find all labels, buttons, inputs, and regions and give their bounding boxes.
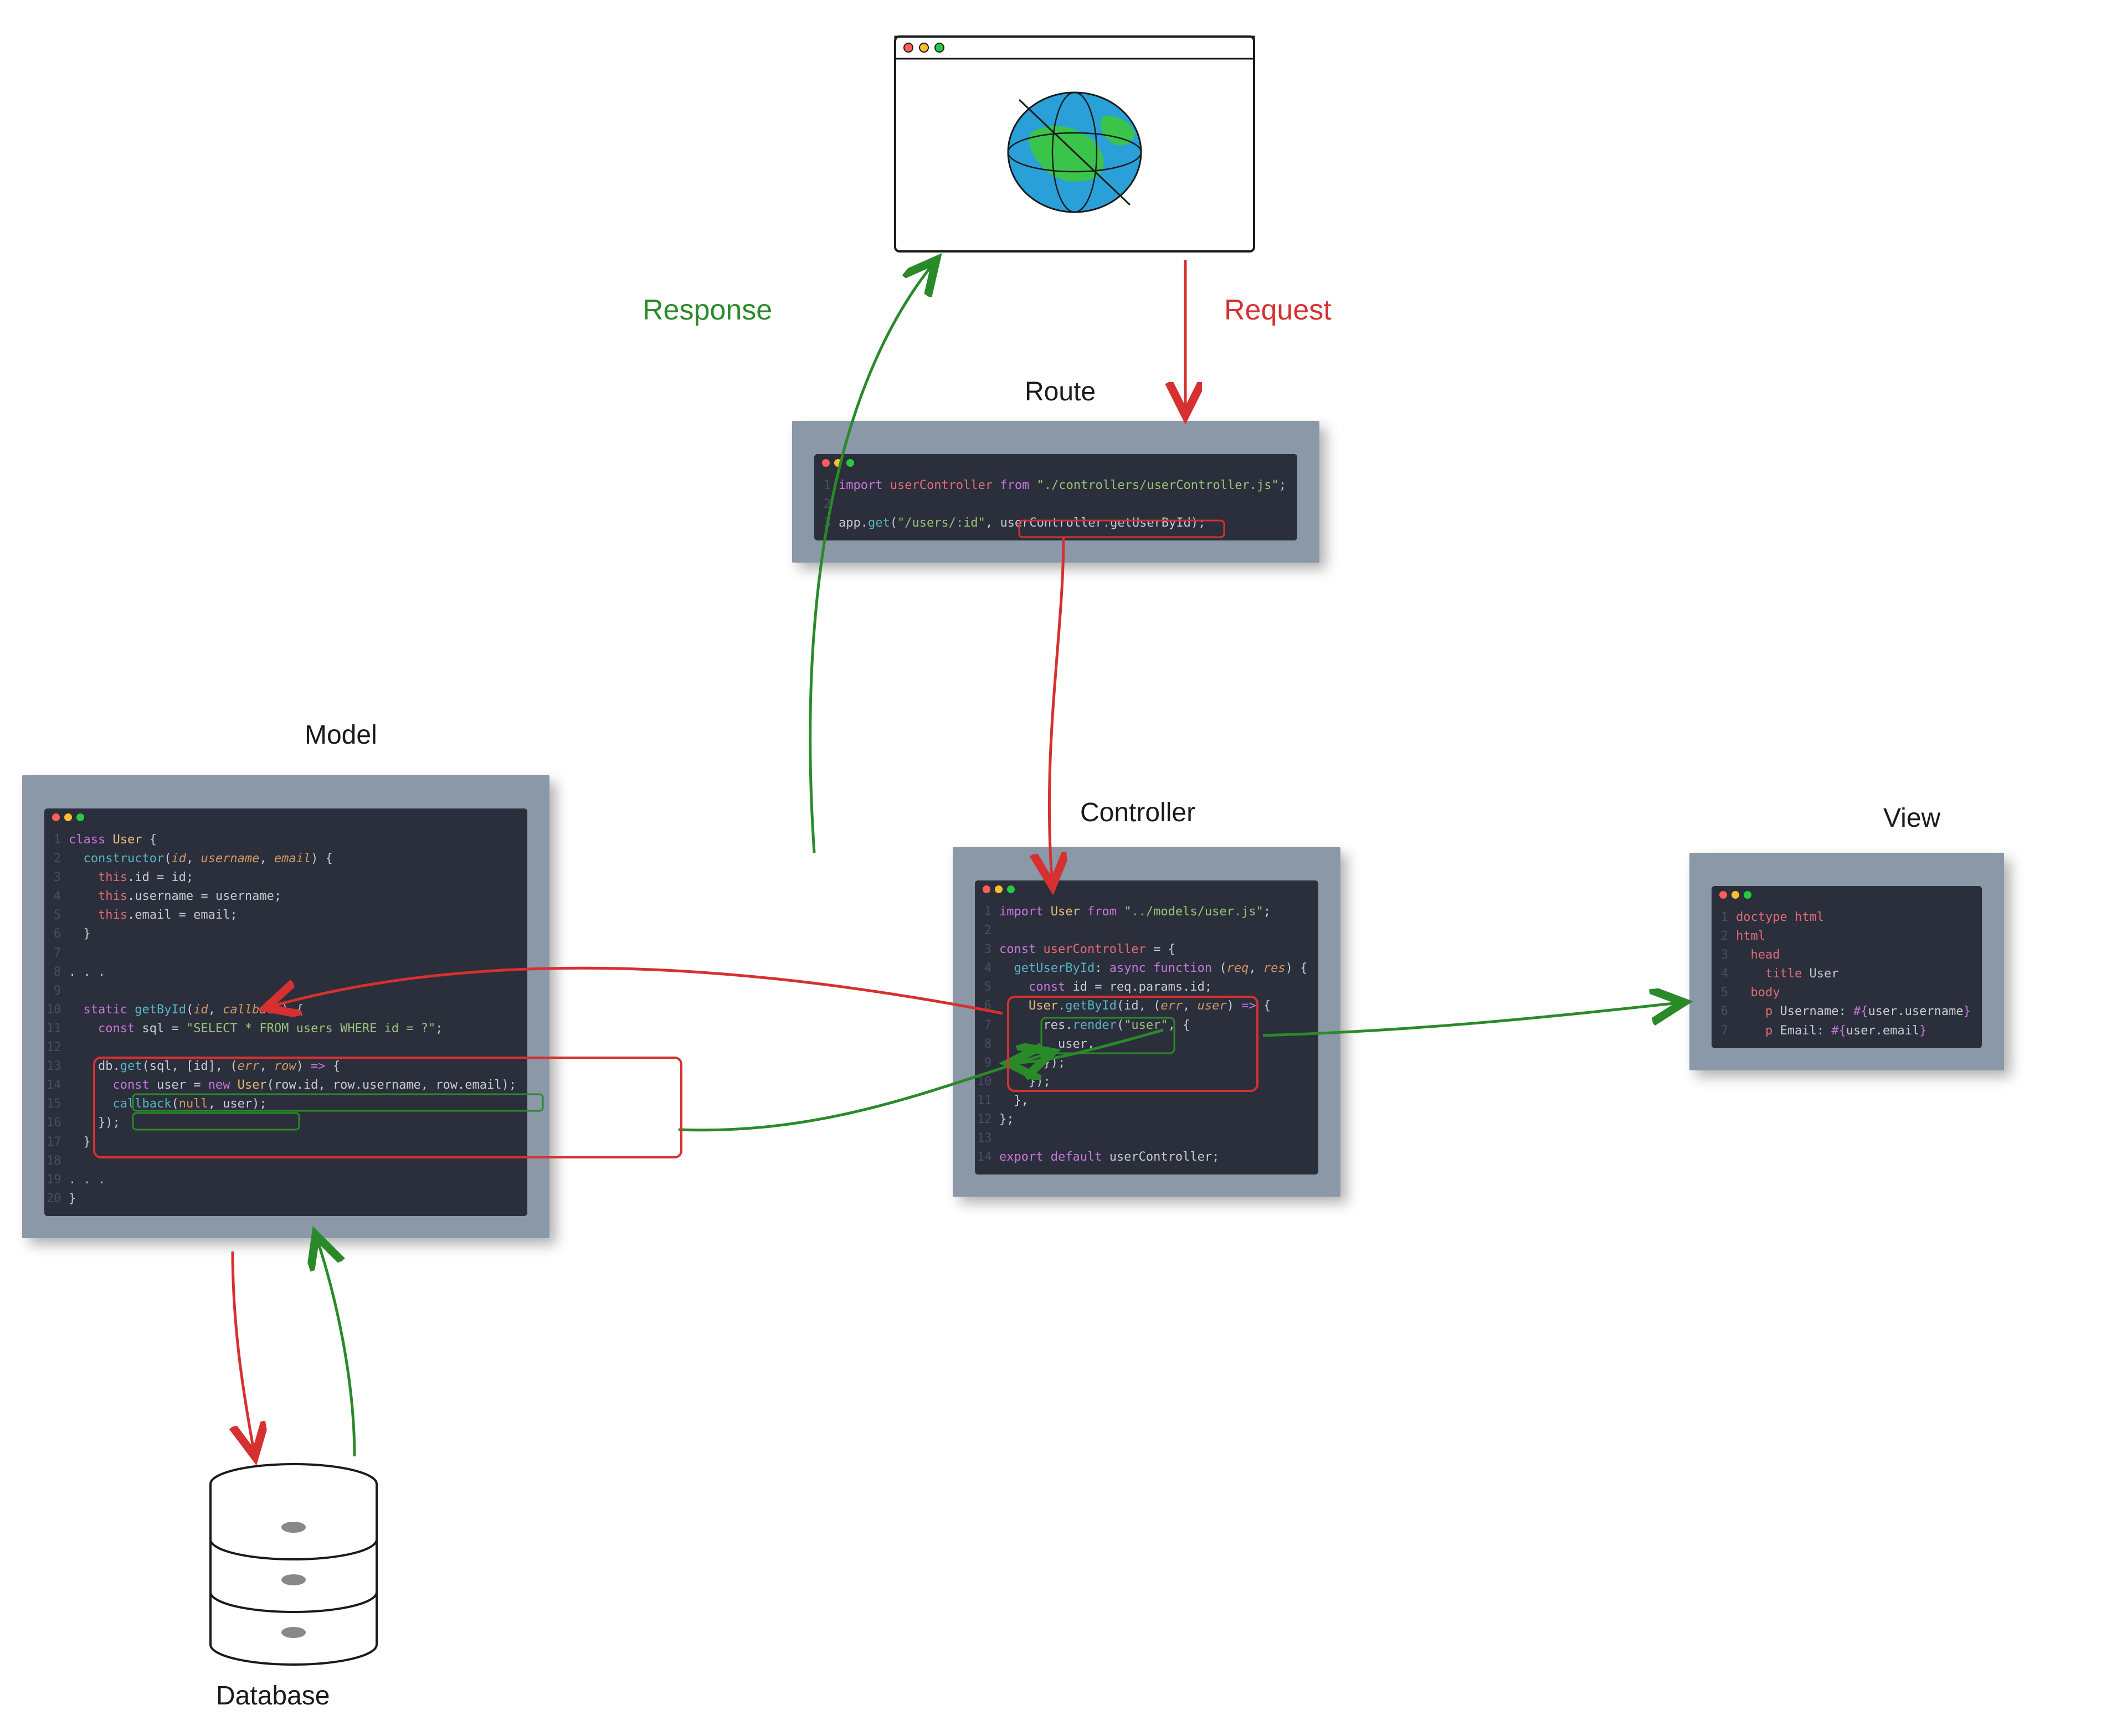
close-icon — [983, 885, 990, 893]
view-code: 1doctype html 2html 3 head 4 title User … — [1712, 904, 1982, 1048]
route-code: 1import userController from "./controlle… — [814, 472, 1297, 540]
maximize-icon — [76, 813, 84, 821]
close-icon — [1719, 891, 1727, 899]
minimize-icon — [1732, 891, 1739, 899]
model-titlebar — [44, 808, 527, 826]
minimize-icon — [64, 813, 72, 821]
maximize-icon — [1007, 885, 1015, 893]
browser-sketch — [892, 33, 1257, 255]
request-label: Request — [1224, 293, 1332, 327]
database-label: Database — [216, 1681, 330, 1711]
close-icon — [822, 459, 830, 467]
controller-window: 1import User from "../models/user.js"; 2… — [953, 847, 1340, 1197]
model-label: Model — [305, 720, 377, 750]
view-label: View — [1883, 803, 1940, 833]
controller-label: Controller — [1080, 797, 1195, 828]
maximize-icon — [846, 459, 854, 467]
view-titlebar — [1712, 886, 1982, 904]
route-label: Route — [1025, 377, 1096, 407]
view-window: 1doctype html 2html 3 head 4 title User … — [1689, 853, 2004, 1070]
route-window: 1import userController from "./controlle… — [792, 421, 1319, 563]
minimize-icon — [834, 459, 842, 467]
model-window: 1class User { 2 constructor(id, username… — [22, 775, 549, 1238]
response-label: Response — [643, 293, 772, 327]
database-icon — [205, 1462, 382, 1675]
model-code: 1class User { 2 constructor(id, username… — [44, 826, 527, 1216]
route-titlebar — [814, 454, 1297, 472]
close-icon — [52, 813, 60, 821]
minimize-icon — [995, 885, 1003, 893]
maximize-icon — [1744, 891, 1751, 899]
controller-titlebar — [975, 880, 1318, 898]
controller-code: 1import User from "../models/user.js"; 2… — [975, 898, 1318, 1174]
